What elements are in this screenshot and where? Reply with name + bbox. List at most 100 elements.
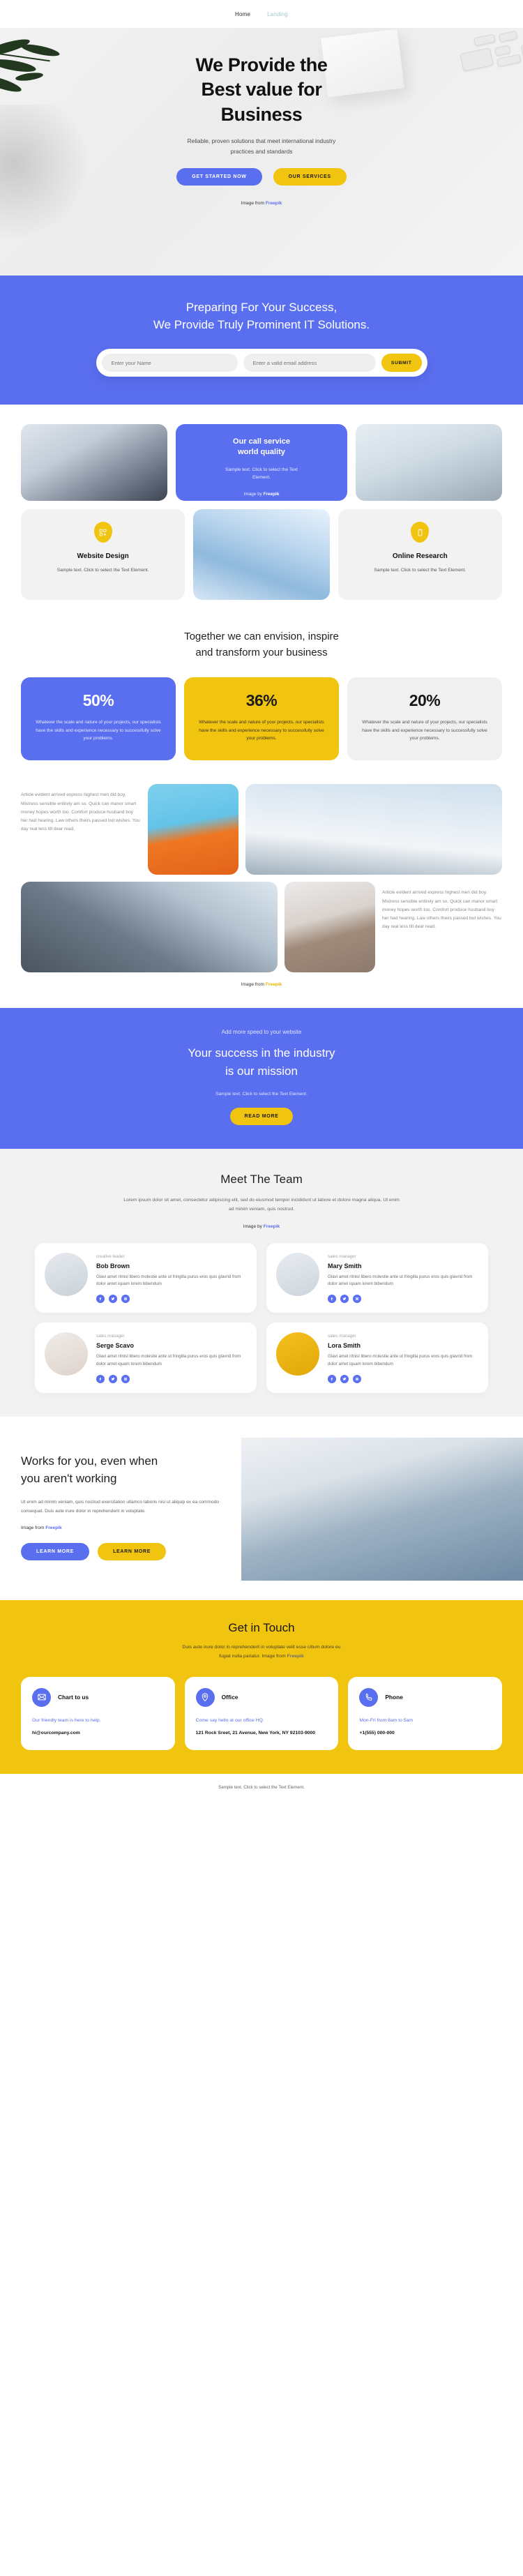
facebook-icon[interactable]	[328, 1374, 336, 1383]
member-bio: Glavi amet ritnisl libero molestie ante …	[328, 1354, 473, 1367]
feature-card-website-design: Website Design Sample text. Click to sel…	[21, 509, 185, 601]
team-member-card: sales manager Mary Smith Glavi amet ritn…	[266, 1242, 488, 1313]
member-role: creative leader	[96, 1253, 125, 1259]
call-service-text-line-2: Element.	[252, 474, 271, 480]
feature-title-online-research: Online Research	[392, 552, 448, 561]
instagram-icon[interactable]	[121, 1295, 130, 1304]
member-socials	[328, 1295, 478, 1304]
contact-card-title: Chart to us	[58, 1694, 89, 1701]
member-name: Mary Smith	[328, 1262, 362, 1270]
facebook-icon[interactable]	[328, 1295, 336, 1304]
top-navigation: Home Landing	[0, 0, 523, 28]
stat-value: 50%	[82, 691, 114, 710]
get-started-button[interactable]: GET STARTED NOW	[176, 168, 262, 186]
avatar	[45, 1252, 88, 1296]
subscribe-section: Preparing For Your Success, We Provide T…	[0, 276, 523, 405]
email-input[interactable]	[243, 354, 376, 372]
stat-text: Whatever the scale and nature of your pr…	[362, 720, 487, 741]
stat-text: Whatever the scale and nature of your pr…	[199, 720, 324, 741]
hero-credit-link[interactable]: Freepik	[266, 201, 282, 206]
member-name: Lora Smith	[328, 1342, 361, 1350]
page-title: We Provide the Best value for Business	[0, 53, 523, 127]
stats-heading-line-1: Together we can envision, inspire	[184, 631, 339, 643]
instagram-icon[interactable]	[353, 1374, 361, 1383]
phone-icon	[359, 1687, 379, 1707]
call-service-credit-link[interactable]: Freepik	[264, 492, 280, 497]
works-credit-link[interactable]: Freepik	[45, 1526, 61, 1530]
hero-title-line-1: We Provide the	[195, 54, 328, 75]
hero-credit-prefix: Image from	[241, 201, 266, 206]
nav-item-home[interactable]: Home	[235, 11, 250, 17]
mobile-icon	[411, 522, 430, 543]
layout-add-icon	[93, 522, 112, 543]
landing-page: Home Landing We Provide the Best value f…	[0, 0, 523, 1802]
feature-text-l1-website: Sample text. Click to select the Text	[56, 568, 130, 573]
gallery-row-2: Article evident arrived express highest …	[21, 882, 502, 973]
team-image-credit: Image by Freepik	[0, 1214, 523, 1229]
contact-card-value[interactable]: hi@ourcompany.com	[32, 1729, 164, 1738]
submit-button[interactable]: SUBMIT	[381, 354, 422, 372]
contact-card-chat: Chart to us Our friendly team is here to…	[21, 1676, 175, 1750]
instagram-icon[interactable]	[353, 1295, 361, 1304]
gallery-credit-link[interactable]: Freepik	[266, 982, 282, 987]
mail-icon	[32, 1687, 51, 1707]
location-pin-icon	[195, 1687, 215, 1707]
call-service-title: Our call service world quality	[188, 437, 335, 458]
call-service-title-line-1: Our call service	[233, 437, 290, 446]
call-service-text: Sample text. Click to select the Text El…	[188, 467, 335, 481]
works-image-credit: Image from Freepik	[21, 1516, 230, 1530]
member-name: Serge Scavo	[96, 1342, 135, 1350]
works-section: Works for you, even when you aren't work…	[0, 1417, 523, 1581]
contact-card-title: Office	[221, 1694, 238, 1701]
services-top-row: Our call service world quality Sample te…	[21, 424, 502, 502]
businessman-photo	[285, 882, 375, 973]
twitter-icon[interactable]	[340, 1374, 349, 1383]
learn-more-button-primary[interactable]: LEARN MORE	[21, 1543, 90, 1561]
contact-credit-link[interactable]: Freepik	[287, 1654, 304, 1659]
call-service-credit-prefix: Image by	[243, 492, 264, 497]
hero-actions: GET STARTED NOW OUR SERVICES	[0, 168, 523, 186]
contact-section: Get in Touch Duis aute irure dolor in re…	[0, 1599, 523, 1774]
stat-value: 36%	[245, 691, 278, 710]
our-services-button[interactable]: OUR SERVICES	[273, 168, 347, 186]
facebook-icon[interactable]	[96, 1374, 105, 1383]
instagram-icon[interactable]	[121, 1374, 130, 1383]
twitter-icon[interactable]	[109, 1295, 117, 1304]
twitter-icon[interactable]	[340, 1295, 349, 1304]
footer-note: Sample text. Click to select the Text El…	[0, 1773, 523, 1802]
feature-card-online-research: Online Research Sample text. Click to se…	[338, 509, 502, 601]
facebook-icon[interactable]	[96, 1295, 105, 1304]
glass-building-photo	[193, 509, 330, 601]
lady-orange-photo	[148, 784, 238, 875]
avatar	[45, 1332, 88, 1376]
mission-eyebrow: Add more speed to your website	[221, 1029, 302, 1036]
works-title: Works for you, even when you aren't work…	[21, 1453, 230, 1487]
nav-item-landing[interactable]: Landing	[267, 11, 288, 17]
avatar	[276, 1332, 319, 1376]
member-role: sales manager	[96, 1334, 125, 1339]
learn-more-button-secondary[interactable]: LEARN MORE	[98, 1543, 167, 1561]
contact-card-desc: Mon-Fri from 8am to 5am	[359, 1717, 414, 1723]
read-more-button[interactable]: READ MORE	[230, 1108, 293, 1126]
subscribe-title: Preparing For Your Success, We Provide T…	[0, 299, 523, 333]
member-socials	[96, 1295, 247, 1304]
twitter-icon[interactable]	[109, 1374, 117, 1383]
name-input[interactable]	[101, 354, 238, 372]
contact-heading: Get in Touch	[228, 1620, 295, 1634]
feature-text-online-research: Sample text. Click to select the Text El…	[352, 567, 488, 575]
gallery-credit-prefix: Image from	[241, 982, 266, 988]
works-title-line-1: Works for you, even when	[21, 1454, 158, 1468]
stats-heading: Together we can envision, inspire and tr…	[21, 629, 502, 661]
works-body: Ut enim ad minim veniam, quis nostrud ex…	[21, 1500, 220, 1514]
contact-sub-line-2: fugiat nulla pariatur. Image from Freepi…	[94, 1652, 429, 1662]
feature-text-website-design: Sample text. Click to select the Text El…	[35, 567, 171, 575]
gallery-row-1: Article evident arrived express highest …	[21, 784, 502, 875]
contact-subtitle: Duis aute irure dolor in reprehenderit i…	[94, 1643, 429, 1662]
stat-card: 20% Whatever the scale and nature of you…	[347, 677, 502, 761]
team-credit-link[interactable]: Freepik	[264, 1224, 280, 1229]
member-role: sales manager	[328, 1334, 356, 1339]
member-bio: Glavi amet ritnisl libero molestie ante …	[96, 1274, 241, 1287]
gallery-text-right: Article evident arrived express highest …	[382, 890, 501, 930]
contact-card-value[interactable]: +1(555) 000-000	[359, 1729, 491, 1738]
team-credit-prefix: Image by	[243, 1223, 264, 1229]
